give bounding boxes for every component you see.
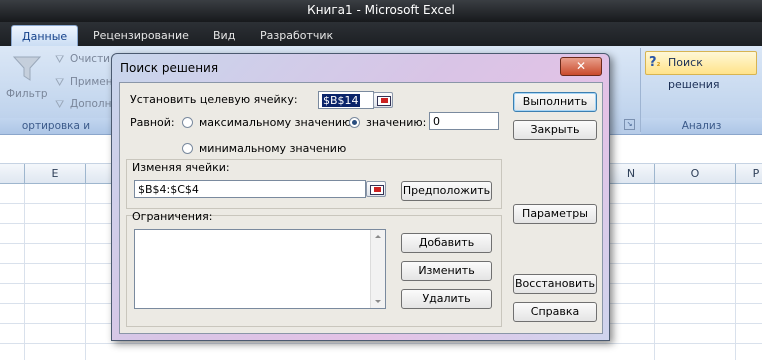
target-collapse-button[interactable] bbox=[373, 92, 393, 108]
window-title-bar: Книга1 - Microsoft Excel bbox=[0, 0, 762, 22]
tab-view[interactable]: Вид bbox=[213, 25, 235, 46]
dialog-body: Установить целевую ячейку: $B$14 Равной:… bbox=[119, 82, 603, 334]
add-constraint-button[interactable]: Добавить bbox=[401, 233, 492, 253]
radio-value-label: значению: bbox=[366, 116, 427, 129]
solver-icon: ?₂ bbox=[649, 55, 661, 70]
tab-review[interactable]: Рецензирование bbox=[93, 25, 189, 46]
column-header-e[interactable]: E bbox=[25, 164, 86, 183]
radio-max[interactable] bbox=[182, 117, 193, 128]
grid-line bbox=[735, 184, 736, 360]
target-cell-value: $B$14 bbox=[322, 94, 360, 107]
scroll-down-icon[interactable] bbox=[375, 300, 381, 303]
column-header-n[interactable]: N bbox=[608, 164, 655, 183]
constraints-list[interactable] bbox=[134, 229, 386, 309]
column-header-p[interactable]: P bbox=[736, 164, 762, 183]
dialog-title: Поиск решения bbox=[120, 61, 219, 75]
dialog-close-button[interactable]: ✕ bbox=[560, 57, 602, 76]
solver-dialog: Поиск решения ✕ Установить целевую ячейк… bbox=[111, 53, 610, 341]
clear-label: Очисти bbox=[70, 53, 111, 65]
constraints-label: Ограничения: bbox=[132, 210, 213, 223]
range-arrow-icon bbox=[381, 98, 388, 103]
reapply-icon: ⛛ bbox=[55, 76, 65, 89]
close-button[interactable]: Закрыть bbox=[513, 120, 597, 140]
funnel-icon bbox=[12, 56, 42, 81]
advanced-button[interactable]: ⛛ Дополн bbox=[53, 97, 113, 113]
analysis-group-label: Анализ bbox=[641, 118, 762, 134]
close-icon: ✕ bbox=[575, 59, 587, 73]
parameters-button[interactable]: Параметры bbox=[513, 204, 597, 224]
radio-min[interactable] bbox=[182, 143, 193, 154]
guess-button[interactable]: Предположить bbox=[401, 181, 492, 201]
changing-collapse-button[interactable] bbox=[366, 181, 386, 197]
tab-data[interactable]: Данные bbox=[11, 25, 79, 47]
execute-button[interactable]: Выполнить bbox=[513, 92, 597, 112]
grid-line bbox=[85, 184, 86, 360]
grid-line bbox=[654, 184, 655, 360]
target-cell-field[interactable]: $B$14 bbox=[318, 91, 374, 109]
dialog-launcher-icon[interactable]: ↘ bbox=[624, 119, 635, 130]
sort-filter-group-label: ортировка и фильтр bbox=[0, 118, 112, 148]
grid-line bbox=[24, 184, 25, 360]
advanced-label: Дополн bbox=[70, 98, 112, 110]
clear-filter-icon: ⛛ bbox=[55, 53, 65, 66]
column-header-f[interactable] bbox=[86, 164, 112, 183]
solver-button[interactable]: ?₂ Поиск решения bbox=[645, 51, 757, 91]
clear-button[interactable]: ⛛ Очисти bbox=[53, 52, 113, 68]
changing-cells-field[interactable]: $B$4:$C$4 bbox=[134, 180, 366, 198]
change-constraint-button[interactable]: Изменить bbox=[401, 261, 492, 281]
column-header-o[interactable]: O bbox=[655, 164, 736, 183]
filter-label: Фильтр bbox=[6, 88, 48, 100]
radio-max-label: максимальному значению bbox=[199, 116, 352, 129]
radio-min-label: минимальному значению bbox=[199, 142, 347, 155]
tab-developer[interactable]: Разработчик bbox=[260, 25, 333, 46]
scroll-up-icon[interactable] bbox=[375, 235, 381, 238]
equal-to-label: Равной: bbox=[130, 116, 175, 129]
radio-value[interactable] bbox=[349, 117, 360, 128]
reapply-label: Примен bbox=[70, 76, 113, 88]
filter-button[interactable]: Фильтр bbox=[4, 54, 48, 106]
constraints-scrollbar[interactable] bbox=[370, 230, 385, 308]
solver-label: Поиск решения bbox=[668, 56, 720, 91]
restore-button[interactable]: Восстановить bbox=[513, 274, 597, 294]
column-header-stub bbox=[0, 164, 25, 183]
advanced-filter-icon: ⛛ bbox=[55, 98, 65, 111]
help-button[interactable]: Справка bbox=[513, 302, 597, 322]
window-title: Книга1 - Microsoft Excel bbox=[307, 3, 455, 17]
reapply-button[interactable]: ⛛ Примен bbox=[53, 75, 113, 91]
target-value-input[interactable]: 0 bbox=[429, 112, 499, 130]
changing-cells-label: Изменяя ячейки: bbox=[132, 161, 230, 174]
target-cell-label: Установить целевую ячейку: bbox=[130, 93, 298, 106]
ribbon-tab-row: Данные Рецензирование Вид Разработчик bbox=[0, 22, 762, 47]
range-arrow-icon bbox=[374, 187, 381, 192]
delete-constraint-button[interactable]: Удалить bbox=[401, 289, 492, 309]
